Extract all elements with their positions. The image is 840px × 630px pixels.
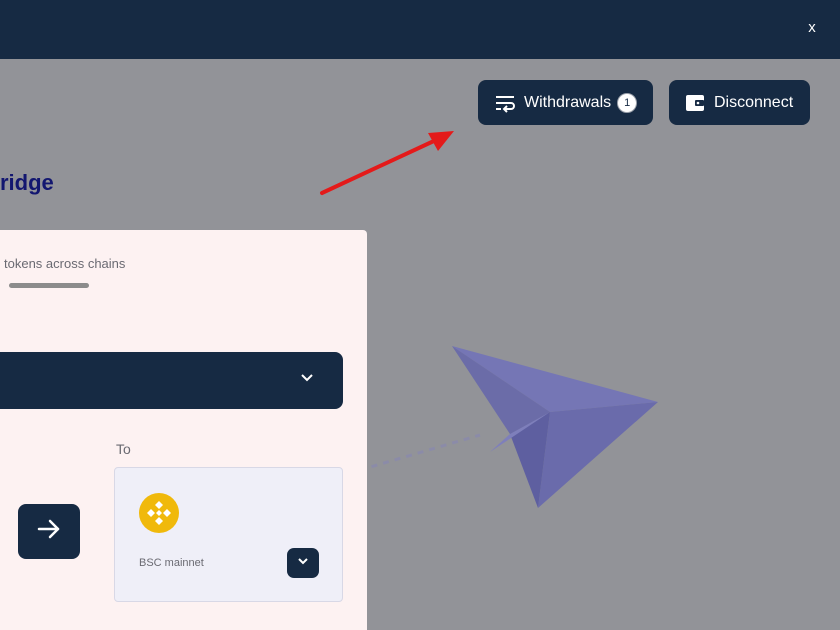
- withdrawals-button[interactable]: Withdrawals 1: [478, 80, 653, 125]
- destination-chain-name: BSC mainnet: [139, 557, 204, 569]
- subtitle-underline: [9, 283, 89, 288]
- withdrawals-label: Withdrawals: [524, 93, 612, 111]
- swap-direction-button[interactable]: [18, 504, 80, 559]
- bridge-card: tokens across chains To BSC mainnet: [0, 230, 367, 630]
- annotation-arrow: [320, 131, 454, 195]
- to-label: To: [116, 441, 131, 457]
- disconnect-button[interactable]: Disconnect: [669, 80, 810, 125]
- chevron-down-icon: [296, 554, 310, 573]
- arrow-right-icon: [36, 516, 62, 547]
- list-swap-icon: [495, 93, 515, 113]
- paper-plane-illustration: [360, 346, 658, 508]
- chevron-down-icon: [299, 370, 315, 391]
- disconnect-label: Disconnect: [714, 93, 794, 111]
- card-subtitle: tokens across chains: [4, 256, 126, 271]
- page-title: ridge: [0, 170, 54, 195]
- close-button[interactable]: x: [804, 17, 820, 39]
- destination-chain-card[interactable]: BSC mainnet: [114, 467, 343, 602]
- wallet-icon: [685, 93, 705, 113]
- top-bar: x: [0, 0, 840, 59]
- source-select[interactable]: [0, 352, 343, 409]
- withdrawals-count-badge: 1: [617, 92, 638, 113]
- bnb-logo-icon: [139, 493, 179, 533]
- chain-dropdown-button[interactable]: [287, 548, 319, 578]
